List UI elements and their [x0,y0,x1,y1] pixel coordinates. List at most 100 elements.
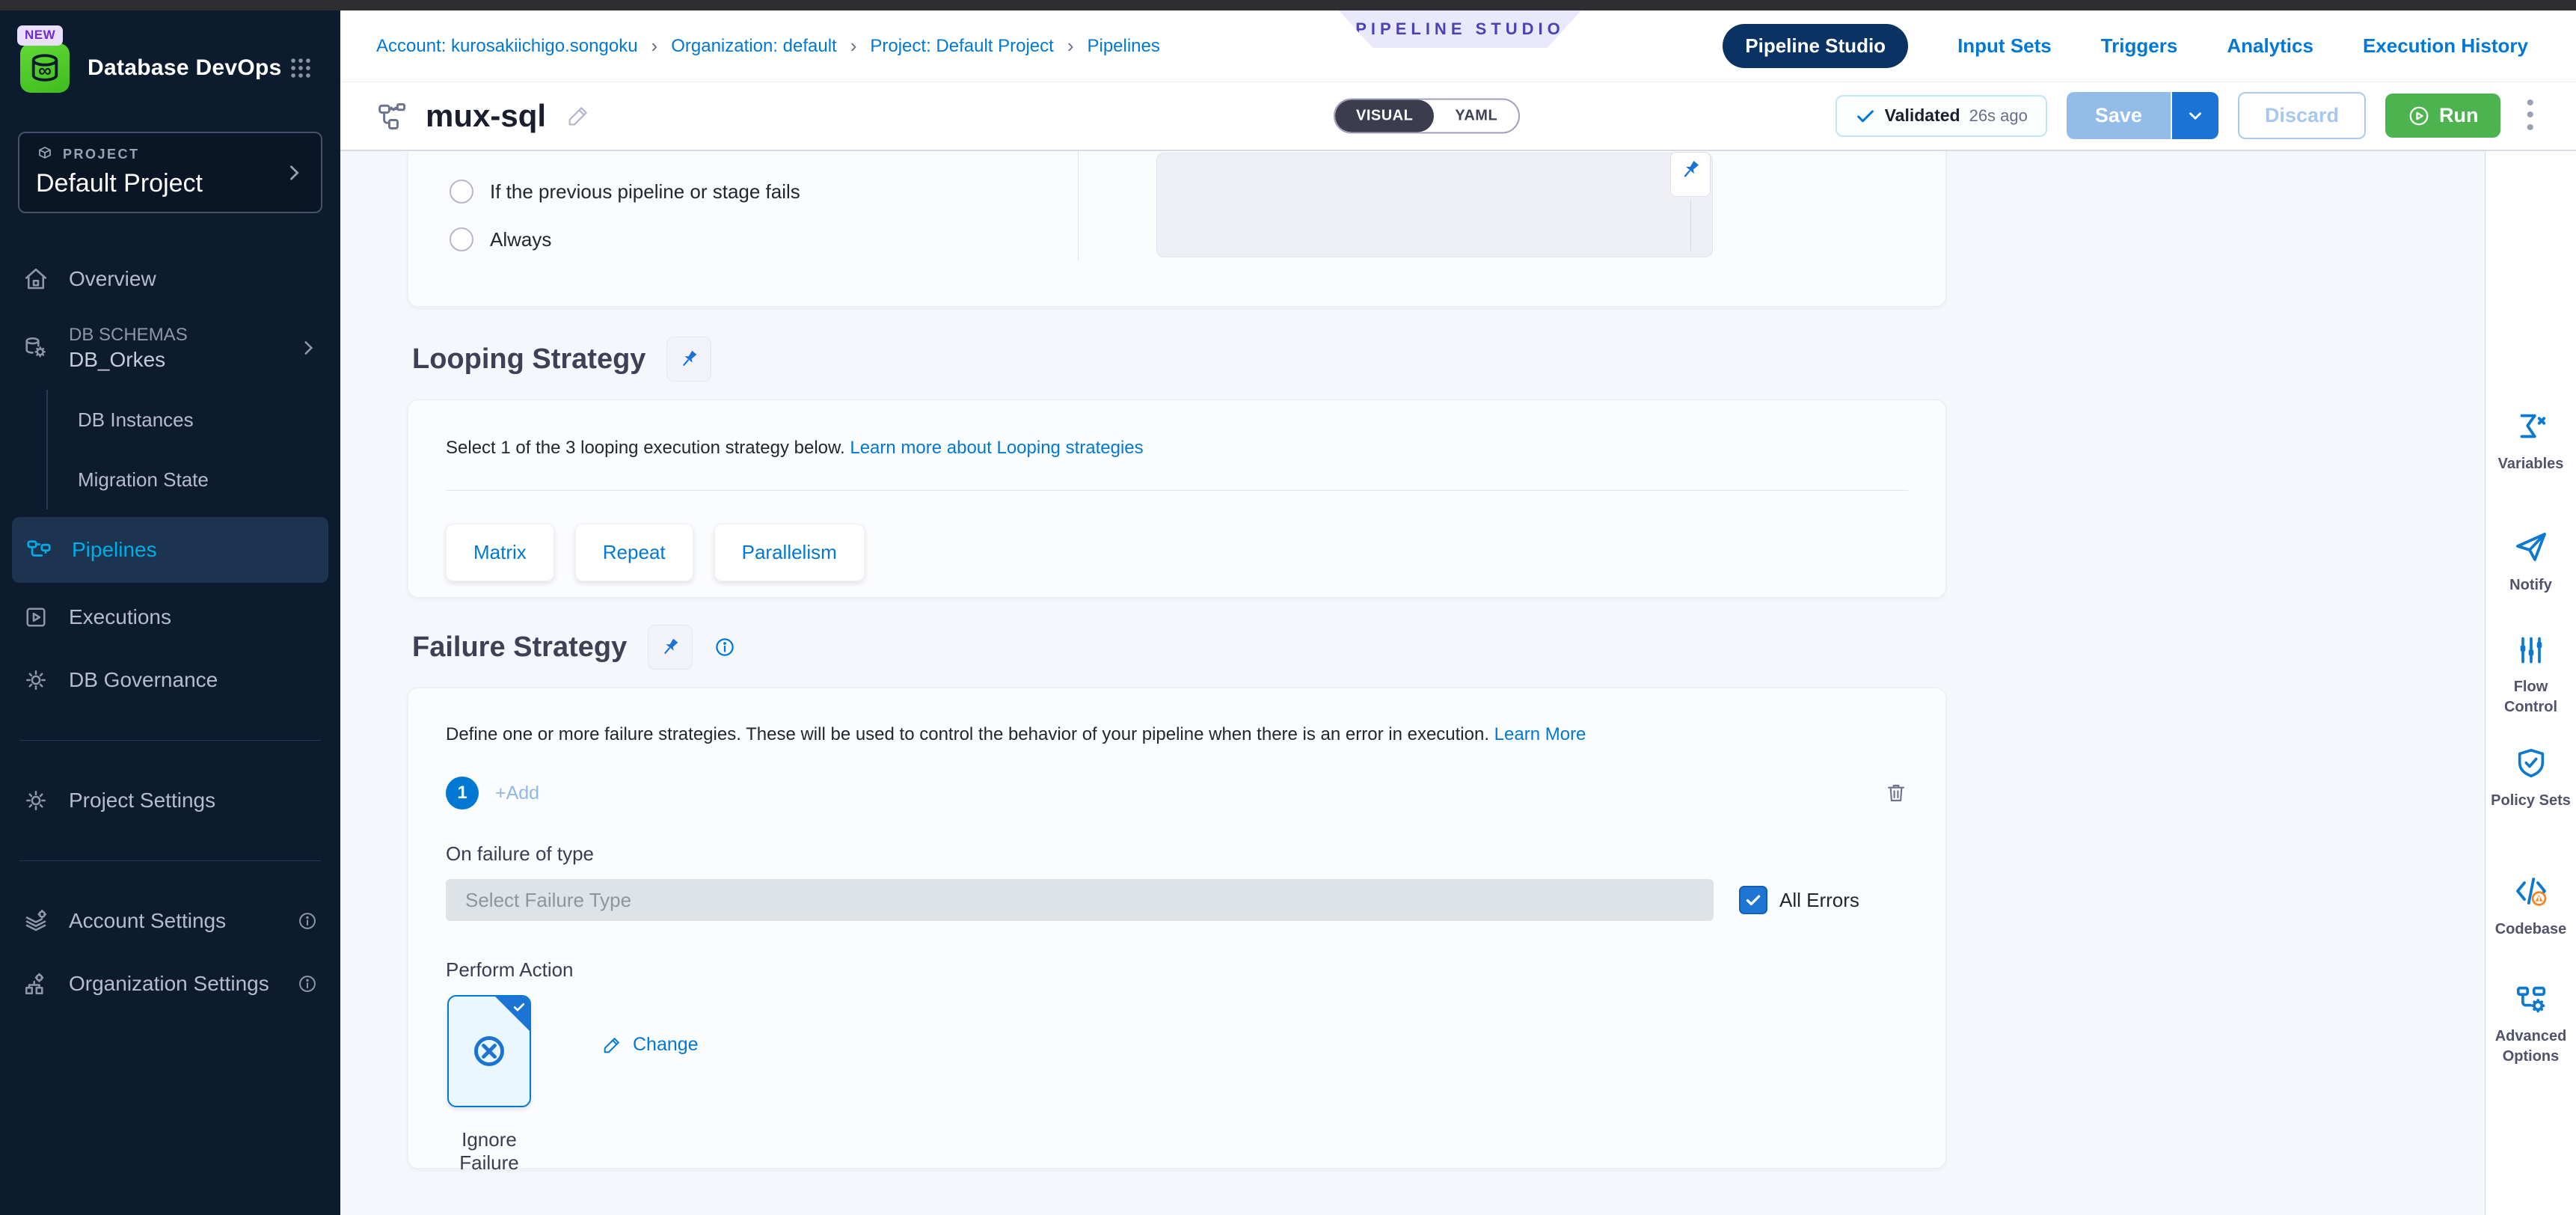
repeat-button[interactable]: Repeat [575,524,693,581]
tab-triggers[interactable]: Triggers [2101,34,2178,58]
rail-item-flow-control[interactable]: Flow Control [2485,634,2576,717]
on-failure-label: On failure of type [446,842,1908,866]
pushpin-icon [1678,157,1703,183]
breadcrumb-account[interactable]: Account: kurosakiichigo.songoku [376,36,638,57]
database-devops-logo[interactable]: NEW ∞ [20,43,70,93]
breadcrumb-row: Account: kurosakiichigo.songoku › Organi… [340,10,2576,82]
new-badge: NEW [17,25,63,46]
sidebar-item-label: Migration State [78,468,209,492]
ignore-failure-icon [468,1030,510,1072]
breadcrumb-project[interactable]: Project: Default Project [870,36,1053,57]
policy-sets-icon [2514,746,2548,780]
discard-button[interactable]: Discard [2238,92,2366,139]
rail-item-advanced-options[interactable]: Advanced Options [2485,982,2576,1067]
sidebar-item-executions[interactable]: Executions [0,586,340,649]
sidebar-item-db-schemas[interactable]: DB SCHEMAS DB_Orkes [0,310,340,385]
radio-icon[interactable] [450,227,473,251]
info-icon[interactable] [714,636,736,658]
radio-option-previous-fails[interactable]: If the previous pipeline or stage fails [450,180,800,203]
db-schemas-subgroup: DB Instances Migration State [46,390,340,509]
edit-pipeline-name-icon[interactable] [565,103,591,129]
sidebar-item-db-instances[interactable]: DB Instances [78,390,340,450]
sidebar-item-project-settings[interactable]: Project Settings [0,769,340,832]
pipeline-graph-icon [376,100,409,132]
pipeline-studio-screen: NEW ∞ Database DevOps [0,0,2576,1215]
toggle-visual[interactable]: VISUAL [1335,100,1434,132]
looping-learn-more-link[interactable]: Learn more about Looping strategies [850,438,1143,458]
all-errors-checkbox-row[interactable]: All Errors [1739,886,1859,914]
failure-learn-more-link[interactable]: Learn More [1494,724,1586,744]
run-button[interactable]: Run [2385,94,2500,138]
rail-item-label: Codebase [2491,919,2572,940]
sidebar-item-organization-settings[interactable]: Organization Settings [0,952,340,1015]
more-options-icon[interactable]: ••• [2520,97,2540,135]
matrix-button[interactable]: Matrix [446,524,554,581]
rail-item-codebase[interactable]: Codebase [2485,873,2576,940]
checkbox-checked-icon[interactable] [1739,886,1767,914]
module-grid-icon[interactable] [288,55,313,81]
sidebar-item-account-settings[interactable]: Account Settings [0,890,340,952]
rail-item-policy-sets[interactable]: Policy Sets [2485,746,2576,811]
layers-gear-icon [22,908,49,934]
gear-icon [22,667,49,694]
radio-label: Always [490,228,551,251]
looping-strategy-card: Select 1 of the 3 looping execution stra… [408,400,1946,598]
toggle-yaml[interactable]: YAML [1434,100,1518,132]
breadcrumb-pipelines[interactable]: Pipelines [1087,36,1159,57]
change-action-link[interactable]: Change [601,1034,699,1056]
failure-type-row: All Errors [446,879,1908,921]
pin-button[interactable] [1670,152,1711,197]
info-icon[interactable] [297,973,318,994]
project-name: Default Project [36,169,304,198]
strategy-index-badge[interactable]: 1 [446,777,479,810]
scrollbar-line[interactable] [1690,200,1691,251]
radio-icon[interactable] [450,180,473,203]
add-strategy-button[interactable]: +Add [495,783,539,804]
sidebar-item-label: Project Settings [69,789,215,812]
delete-strategy-icon[interactable] [1884,781,1908,805]
sidebar-item-db-governance[interactable]: DB Governance [0,649,340,711]
visual-yaml-toggle[interactable]: VISUAL YAML [1334,98,1520,133]
vertical-divider [1078,151,1079,260]
ignore-failure-tile-wrap: Ignore Failure [446,995,533,1175]
pin-button[interactable] [648,625,693,670]
check-icon [1855,105,1876,126]
radio-option-always[interactable]: Always [450,227,551,251]
sidebar-item-pipelines[interactable]: Pipelines [12,517,328,583]
section-title: Failure Strategy [412,631,627,664]
divider [446,490,1908,491]
flow-control-icon [2515,634,2548,667]
home-icon [22,266,49,293]
pipeline-studio-ribbon: PIPELINE STUDIO [1339,10,1581,48]
breadcrumb-organization[interactable]: Organization: default [671,36,836,57]
parallelism-button[interactable]: Parallelism [714,524,865,581]
condition-input-area[interactable] [1156,153,1713,257]
pin-button[interactable] [666,337,711,382]
tab-pipeline-studio[interactable]: Pipeline Studio [1723,24,1908,68]
sidebar-item-label: Executions [69,605,171,629]
tab-execution-history[interactable]: Execution History [2363,34,2528,58]
change-label: Change [633,1034,699,1056]
rail-item-variables[interactable]: Variables [2485,409,2576,474]
rail-item-label: Advanced Options [2485,1026,2576,1067]
failure-type-input[interactable] [446,879,1714,921]
sidebar-nav: Overview DB SCHEMAS DB_Orkes [0,248,340,1015]
sidebar-item-label: Pipelines [72,538,157,562]
sidebar-item-overview[interactable]: Overview [0,248,340,310]
variables-icon [2514,409,2548,444]
database-gear-icon [22,334,49,361]
project-selector[interactable]: PROJECT Default Project [18,132,322,213]
save-button[interactable]: Save [2067,92,2172,139]
ignore-failure-tile[interactable] [447,995,531,1107]
failure-strategy-heading: Failure Strategy [412,625,1946,670]
sidebar-item-label: Overview [69,267,156,291]
rail-item-notify[interactable]: Notify [2485,529,2576,596]
sidebar-item-label: DB Instances [78,408,194,432]
info-icon[interactable] [297,911,318,931]
sidebar-item-migration-state[interactable]: Migration State [78,450,340,509]
tab-input-sets[interactable]: Input Sets [1957,34,2052,58]
selected-check-icon [512,1000,527,1014]
tab-analytics[interactable]: Analytics [2227,34,2313,58]
validated-status[interactable]: Validated 26s ago [1836,95,2047,137]
save-menu-button[interactable] [2172,92,2218,139]
